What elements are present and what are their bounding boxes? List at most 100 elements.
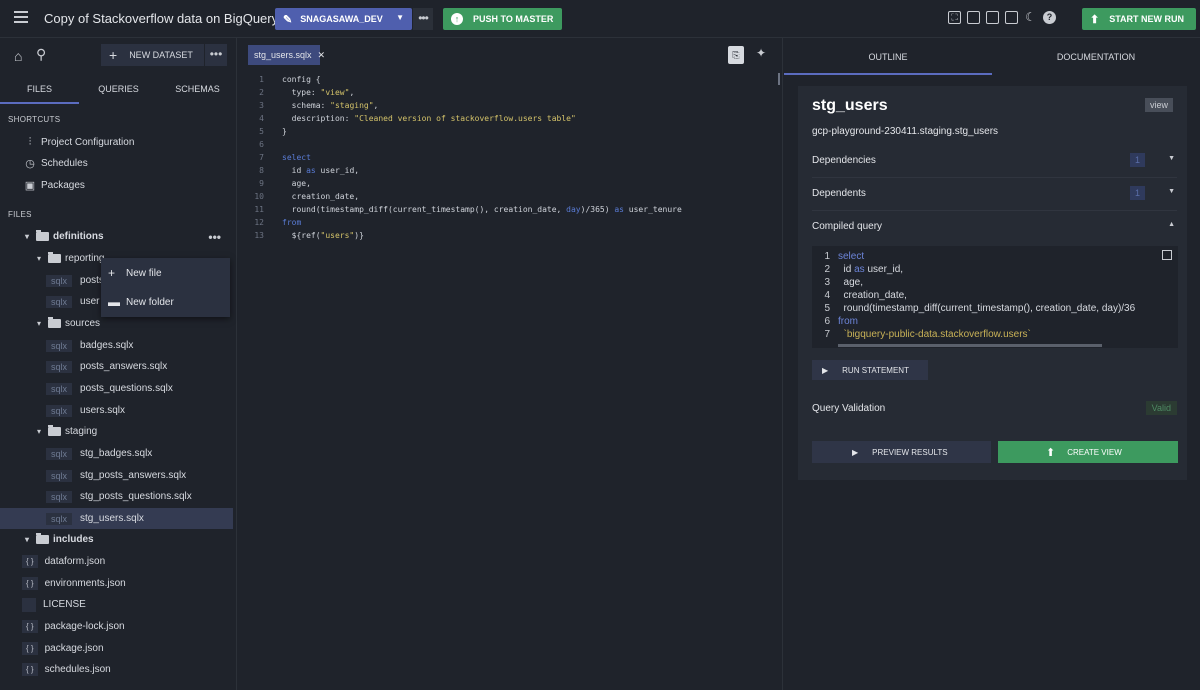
- code-area[interactable]: 1 config { 2 type: "view", 3 schema: "sta…: [238, 73, 681, 242]
- bottom-panel-icon[interactable]: [986, 11, 999, 24]
- create-view-button[interactable]: ⬆ CREATE VIEW: [998, 441, 1178, 463]
- file-row[interactable]: sqlx posts_questions.sqlx: [0, 378, 233, 399]
- context-menu: + New file ▬ New folder: [101, 258, 230, 317]
- query-validation-row: Query Validation Valid: [812, 401, 1177, 415]
- file-label: posts_questions.sqlx: [80, 383, 173, 394]
- folder-includes[interactable]: ▾ includes: [0, 529, 233, 550]
- tab-queries[interactable]: QUERIES: [79, 78, 158, 104]
- folder-label: definitions: [53, 231, 104, 242]
- folder-more-button[interactable]: •••: [208, 230, 221, 244]
- shortcut-schedules[interactable]: ◷ Schedules: [0, 153, 233, 174]
- dependencies-label: Dependencies: [812, 155, 876, 166]
- dependents-label: Dependents: [812, 188, 866, 199]
- horizontal-scrollbar[interactable]: [838, 344, 1102, 347]
- file-label: stg_badges.sqlx: [80, 448, 153, 459]
- dependents-row[interactable]: Dependents 1 ▼: [812, 186, 1177, 200]
- file-row[interactable]: sqlx stg_badges.sqlx: [0, 443, 233, 464]
- shortcut-project-configuration[interactable]: ⫶ Project Configuration: [0, 132, 233, 153]
- folder-plus-icon: ▬: [108, 295, 120, 309]
- file-row[interactable]: { } package-lock.json: [0, 616, 233, 637]
- top-bar: Copy of Stackoverflow data on BigQuery ✎…: [0, 0, 1200, 38]
- help-icon[interactable]: ?: [1043, 11, 1056, 24]
- tab-files[interactable]: FILES: [0, 78, 79, 104]
- project-title: Copy of Stackoverflow data on BigQuery: [44, 11, 279, 26]
- right-panel-icon[interactable]: [1005, 11, 1018, 24]
- moon-icon[interactable]: ☾: [1024, 11, 1037, 24]
- tab-schemas[interactable]: SCHEMAS: [158, 78, 237, 104]
- files-header: FILES: [8, 210, 32, 219]
- file-label: environments.json: [44, 578, 126, 589]
- run-statement-label: RUN STATEMENT: [842, 365, 909, 375]
- folder-definitions[interactable]: ▾ definitions •••: [0, 226, 233, 247]
- file-row[interactable]: sqlx badges.sqlx: [0, 335, 233, 356]
- caret-up-icon: ▲: [1168, 221, 1175, 228]
- file-row[interactable]: { } schedules.json: [0, 659, 233, 680]
- sqlx-tag: sqlx: [46, 360, 73, 373]
- home-icon[interactable]: ⌂: [14, 48, 22, 64]
- new-run-label: START NEW RUN: [1109, 14, 1185, 24]
- search-icon[interactable]: ⚲: [36, 46, 46, 63]
- right-tabs: OUTLINE DOCUMENTATION: [784, 38, 1200, 75]
- file-label: schedules.json: [44, 664, 111, 675]
- copy-icon[interactable]: [1162, 250, 1172, 260]
- editor-scrollbar[interactable]: [778, 73, 780, 85]
- new-dataset-label: NEW DATASET: [129, 50, 193, 60]
- sparkle-icon[interactable]: ✦: [756, 46, 766, 60]
- new-dataset-button[interactable]: + NEW DATASET: [101, 44, 204, 66]
- start-new-run-button[interactable]: ⬆ START NEW RUN: [1082, 8, 1196, 30]
- push-to-master-button[interactable]: ↑ PUSH TO MASTER: [443, 8, 562, 30]
- menu-item-new-file[interactable]: + New file: [108, 266, 162, 280]
- file-label: package-lock.json: [44, 621, 125, 632]
- folder-label: sources: [65, 318, 101, 329]
- format-document-icon[interactable]: ⎘: [728, 46, 744, 64]
- caret-down-icon: ▼: [1168, 155, 1175, 162]
- plus-icon: +: [109, 47, 118, 63]
- file-row-selected[interactable]: sqlx stg_users.sqlx: [0, 508, 233, 529]
- dependencies-row[interactable]: Dependencies 1 ▼: [812, 153, 1177, 167]
- clock-icon: ◷: [25, 158, 35, 170]
- file-row[interactable]: { } environments.json: [0, 573, 233, 594]
- file-row[interactable]: LICENSE: [0, 594, 233, 615]
- preview-results-button[interactable]: ▶ PREVIEW RESULTS: [812, 441, 991, 463]
- menu-icon[interactable]: [14, 11, 28, 25]
- file-row[interactable]: sqlx stg_posts_questions.sqlx: [0, 486, 233, 507]
- chevron-down-icon: ▾: [36, 254, 41, 263]
- file-row[interactable]: sqlx posts_answers.sqlx: [0, 356, 233, 377]
- left-panel-icon[interactable]: [967, 11, 980, 24]
- sidebar-more-button[interactable]: •••: [205, 44, 227, 66]
- tab-documentation[interactable]: DOCUMENTATION: [992, 38, 1200, 75]
- validation-status-badge: Valid: [1145, 401, 1177, 415]
- file-label: stg_users.sqlx: [80, 513, 144, 524]
- compiled-query-box[interactable]: 1 select 2 id as user_id, 3 age, 4 creati…: [812, 246, 1178, 348]
- folder-icon: [48, 252, 61, 263]
- dependencies-count: 1: [1129, 153, 1145, 167]
- file-label: LICENSE: [43, 599, 86, 610]
- menu-item-new-folder[interactable]: ▬ New folder: [108, 295, 174, 309]
- sqlx-tag: sqlx: [46, 512, 73, 525]
- compiled-query-row[interactable]: Compiled query ▲: [812, 221, 1177, 232]
- close-icon[interactable]: ✕: [318, 50, 326, 61]
- file-row[interactable]: { } package.json: [0, 638, 233, 659]
- branch-name: SNAGASAWA_DEV: [300, 14, 383, 24]
- file-row[interactable]: { } dataform.json: [0, 551, 233, 572]
- sqlx-tag: sqlx: [46, 274, 73, 287]
- tab-outline[interactable]: OUTLINE: [784, 38, 992, 75]
- pencil-icon: ✎: [283, 13, 293, 26]
- branch-more-button[interactable]: •••: [413, 8, 433, 30]
- file-row[interactable]: sqlx stg_posts_answers.sqlx: [0, 465, 233, 486]
- file-label: badges.sqlx: [80, 340, 134, 351]
- folder-label: includes: [53, 534, 94, 545]
- branch-selector[interactable]: ✎ SNAGASAWA_DEV ▼: [275, 8, 412, 30]
- editor-tab[interactable]: stg_users.sqlx ✕: [248, 45, 325, 65]
- shortcut-packages[interactable]: ▣ Packages: [0, 175, 233, 196]
- tab-label: stg_users.sqlx: [254, 50, 312, 60]
- package-icon: ▣: [24, 180, 36, 192]
- dependents-count: 1: [1129, 186, 1145, 200]
- folder-staging[interactable]: ▾ staging: [0, 421, 233, 442]
- action-title: stg_users: [812, 97, 888, 114]
- file-row[interactable]: sqlx users.sqlx: [0, 400, 233, 421]
- preview-label: PREVIEW RESULTS: [872, 447, 948, 457]
- fullscreen-icon[interactable]: ⛶: [948, 11, 961, 24]
- json-icon: { }: [22, 642, 38, 655]
- run-statement-button[interactable]: ▶ RUN STATEMENT: [812, 360, 928, 380]
